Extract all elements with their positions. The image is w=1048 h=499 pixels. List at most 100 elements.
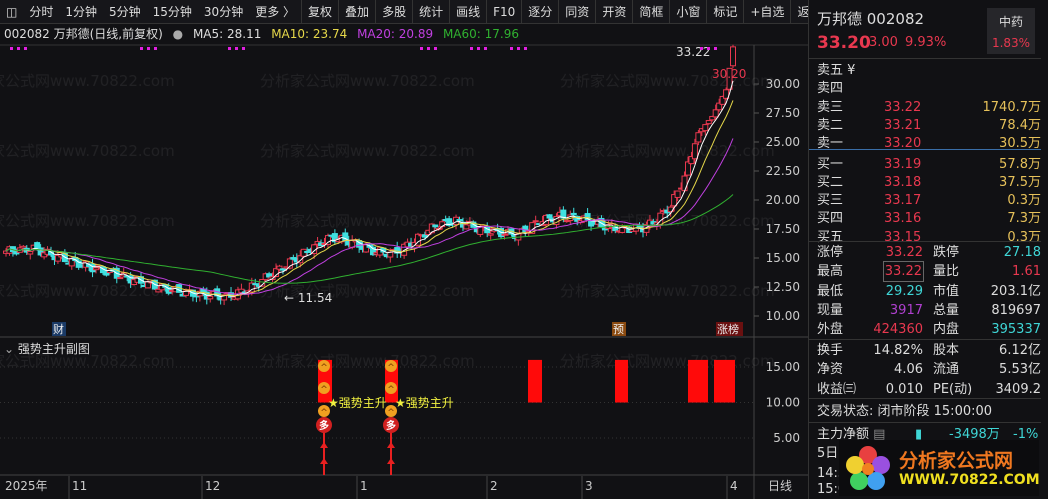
price-tick: 15.00 — [766, 251, 800, 265]
stat-label: 收益㈢ — [817, 381, 857, 397]
close-price-label: 30.20 — [712, 67, 746, 81]
level-price: 33.16 — [884, 211, 922, 227]
price-tick: 22.50 — [766, 164, 800, 178]
stat-label: 涨停 — [817, 245, 844, 260]
marker-0: 财 — [53, 322, 64, 336]
candle-body — [532, 220, 539, 223]
signal-dot — [477, 47, 480, 50]
stat-label: 外盘 — [817, 322, 844, 338]
level-price: 33.20 — [884, 136, 922, 152]
stat-label: 最高 — [817, 264, 844, 280]
stat-value: 27.18 — [1003, 245, 1041, 260]
logo-url: WWW.70822.COM — [899, 472, 1040, 488]
ask-row: 卖三 33.22 1740.7万 — [817, 98, 1041, 117]
watermark: 分析家公式网www.70822.com — [0, 72, 175, 90]
signal-dot — [700, 47, 703, 50]
watermark: 分析家公式网www.70822.com — [260, 72, 475, 90]
candle-body — [695, 132, 702, 143]
stat-label: 净资 — [817, 362, 844, 378]
candle-body — [570, 212, 577, 216]
stat-value: 0.010 — [885, 381, 923, 397]
ask-row: 卖五 ¥ — [817, 61, 1041, 80]
stat-row: 换手 14.82% 股本 6.12亿 — [817, 341, 1041, 360]
signal-dot — [147, 47, 150, 50]
stat-row: 净资 4.06 流通 5.53亿 — [817, 360, 1041, 379]
period-label: 日线 — [768, 479, 792, 493]
stat-label: 换手 — [817, 343, 844, 358]
stat-row: 最低 29.29 市值 203.1亿 — [817, 282, 1041, 301]
sub-chart-title[interactable]: ⌄ 强势主升副图 — [4, 340, 90, 357]
stat-value: 4.06 — [894, 362, 923, 378]
signal-dot — [510, 47, 513, 50]
stat-label: 量比 — [933, 264, 960, 280]
time-label: 3 — [585, 479, 593, 493]
signal-dot — [470, 47, 473, 50]
bid-row: 买三 33.17 0.3万 — [817, 191, 1041, 210]
signal-dot — [484, 47, 487, 50]
candle-body — [324, 235, 331, 246]
ask-row: 卖四 — [817, 79, 1041, 98]
chevron-glyph: ^ — [387, 385, 395, 395]
stat-label: 市值 — [933, 283, 960, 299]
candle-body — [279, 268, 286, 271]
signal-dot — [228, 47, 231, 50]
stat-value: 3917 — [889, 302, 923, 318]
level-label: 买三 — [817, 193, 844, 209]
signal-bar — [688, 359, 708, 403]
level-volume: 1740.7万 — [982, 99, 1042, 115]
price-tick: 17.50 — [766, 222, 800, 236]
candle-body — [117, 277, 124, 280]
collapse-icon[interactable]: ⌄ — [4, 342, 14, 356]
flower-logo-icon — [846, 446, 890, 490]
sector-badge[interactable]: 中药 1.83% — [987, 8, 1035, 54]
stat-value: 3409.2 — [995, 381, 1042, 397]
signal-dot — [427, 47, 430, 50]
signal-bar — [615, 359, 628, 403]
time-label: 2025年 — [5, 479, 48, 493]
stat-value: 5.53亿 — [999, 362, 1041, 378]
candle-body — [712, 109, 719, 118]
signal-dot — [524, 47, 527, 50]
chevron-glyph: ^ — [387, 363, 395, 373]
stat-value: 29.29 — [885, 283, 923, 299]
up-arrow-icon — [387, 458, 395, 464]
ask-row: 卖一 33.20 30.5万 — [817, 134, 1041, 153]
signal-dot — [434, 47, 437, 50]
signal-dot — [17, 47, 20, 50]
quote-panel: 万邦德 002082 33.20 3.00 9.93% 中药 1.83% 卖五 … — [808, 0, 1048, 499]
candle-body — [34, 242, 41, 249]
kline-chart[interactable]: 分析家公式网www.70822.com 分析家公式网www.70822.com 分析… — [0, 0, 808, 499]
level-label: 卖二 — [817, 117, 844, 133]
level-label: 买二 — [817, 174, 844, 190]
level-volume: 0.3万 — [1007, 193, 1041, 209]
chevron-glyph: ^ — [387, 408, 395, 418]
candle-body — [681, 175, 688, 192]
candle-body — [252, 283, 259, 286]
time-label: 1 — [360, 479, 368, 493]
stat-label: 现量 — [817, 302, 844, 318]
price-tick: 25.00 — [766, 135, 800, 149]
candle-body — [546, 214, 553, 219]
level-label: 买一 — [817, 156, 844, 172]
stat-label: 股本 — [933, 343, 960, 358]
ask-row: 卖二 33.21 78.4万 — [817, 116, 1041, 135]
candle-body — [501, 233, 508, 236]
signal-label: ★强势主升 — [395, 396, 454, 410]
stat-value: 33.22 — [885, 245, 923, 260]
signal-label: ★强势主升 — [328, 396, 387, 410]
stat-value: 395337 — [991, 322, 1041, 338]
level-volume: 57.8万 — [999, 156, 1041, 172]
chevron-glyph: ^ — [320, 408, 328, 418]
stat-value: 33.22 — [882, 261, 925, 283]
candle-body — [730, 46, 736, 67]
stat-value: 819697 — [991, 302, 1041, 318]
stat-value: 6.12亿 — [999, 343, 1041, 358]
signal-dot — [242, 47, 245, 50]
stock-name: 万邦德 002082 — [817, 10, 925, 28]
stat-value: 14.82% — [873, 343, 923, 358]
signal-dot — [714, 47, 717, 50]
chevron-glyph: ^ — [320, 363, 328, 373]
candle-body — [705, 120, 712, 125]
stat-value: 203.1亿 — [990, 283, 1041, 299]
watermark: 分析家公式网www.70822.com — [0, 142, 175, 160]
